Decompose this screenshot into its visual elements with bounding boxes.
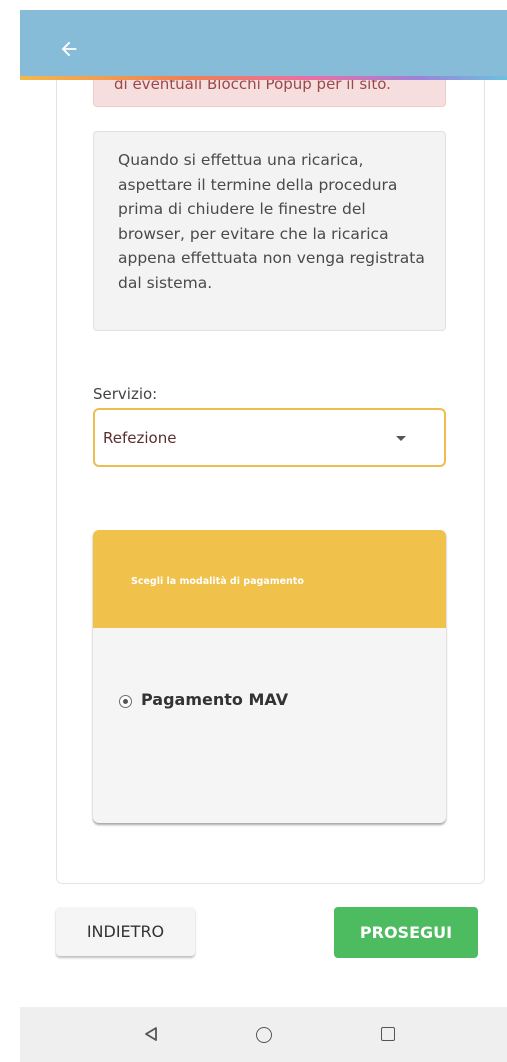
back-button[interactable]: INDIETRO — [56, 907, 195, 956]
radio-button-icon[interactable] — [119, 695, 132, 708]
service-select[interactable]: Refezione — [93, 408, 446, 467]
arrow-left-icon[interactable] — [58, 38, 80, 60]
service-selected-value: Refezione — [103, 429, 177, 447]
caret-down-icon — [396, 436, 406, 441]
recharge-info-text: Quando si effettua una ricarica, aspetta… — [118, 151, 425, 292]
square-recent-icon[interactable] — [381, 1027, 395, 1041]
header-color-stripe — [20, 76, 507, 80]
system-navigation-bar — [20, 1007, 507, 1062]
recharge-info-box: Quando si effettua una ricarica, aspetta… — [93, 131, 446, 331]
payment-method-title: Scegli la modalità di pagamento — [131, 576, 304, 587]
payment-method-header: Scegli la modalità di pagamento — [93, 530, 446, 628]
radio-selected-dot — [123, 699, 128, 704]
triangle-back-icon[interactable] — [143, 1026, 159, 1042]
payment-option-label: Pagamento MAV — [141, 690, 289, 709]
service-label: Servizio: — [93, 385, 158, 403]
proceed-button[interactable]: PROSEGUI — [334, 907, 478, 958]
payment-method-panel: Scegli la modalità di pagamento Pagament… — [93, 530, 446, 823]
circle-home-icon[interactable] — [256, 1027, 272, 1043]
app-header — [20, 10, 507, 77]
